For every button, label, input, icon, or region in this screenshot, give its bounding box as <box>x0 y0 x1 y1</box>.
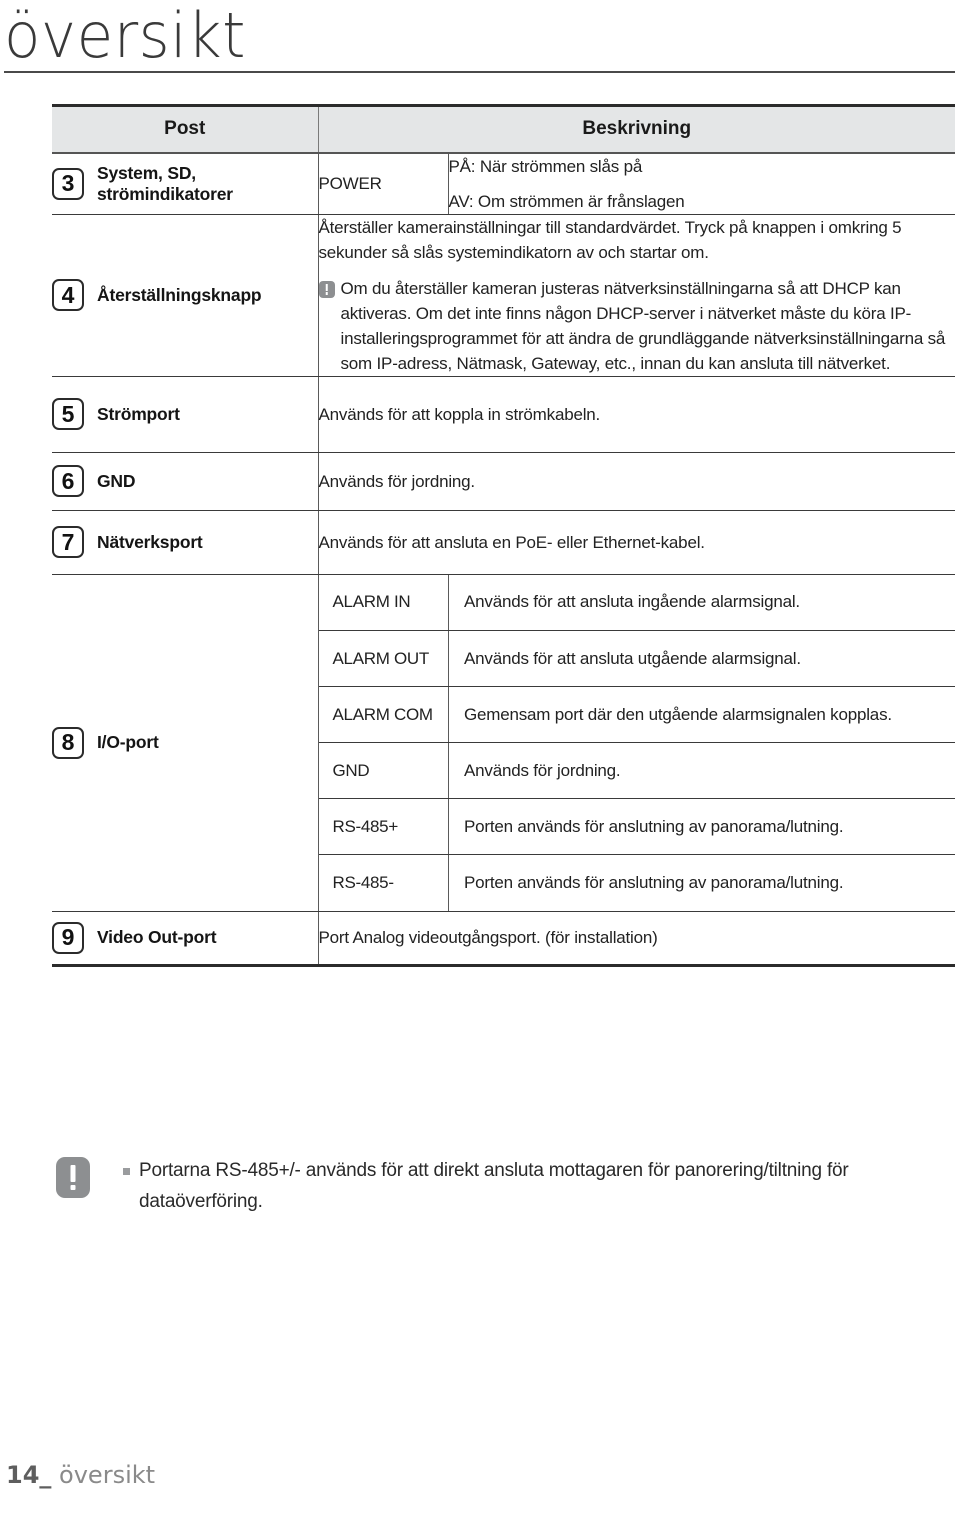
table-row: 9 Video Out-port Port Analog videoutgång… <box>52 911 956 967</box>
item-label: I/O-port <box>97 732 159 752</box>
description-cell: PÅ: När strömmen slås på AV: Om strömmen… <box>448 152 956 215</box>
item-cell-7: 7 Nätverksport <box>52 510 319 575</box>
table-row: 6 GND Används för jordning. <box>52 452 956 511</box>
io-subtable: ALARM IN Används för att ansluta ingåend… <box>318 574 956 911</box>
column-header-item: Post <box>52 104 318 154</box>
page-footer: 14_ översikt <box>6 1461 155 1489</box>
io-sub-row: RS-485- Porten används för anslutning av… <box>318 854 956 911</box>
item-cell-4: 4 Återställningsknapp <box>52 214 319 377</box>
io-name-alarm-com: ALARM COM <box>318 686 449 743</box>
row-number-badge: 4 <box>52 279 84 311</box>
warning-icon <box>318 280 335 298</box>
item-label: Video Out-port <box>97 927 217 947</box>
row-number-badge: 9 <box>52 921 84 954</box>
description-cell: Port Analog videoutgångsport. (för insta… <box>318 911 956 967</box>
io-sub-row: GND Används för jordning. <box>318 742 956 799</box>
description-cell: Används för att koppla in strömkabeln. <box>318 376 956 453</box>
item-label: Återställningsknapp <box>97 284 262 305</box>
note-text: Om du återställer kameran justeras nätve… <box>340 278 946 373</box>
reset-description: Återställer kamerainställningar till sta… <box>318 217 902 262</box>
io-desc-alarm-com: Gemensam port där den utgående alarmsign… <box>448 686 956 743</box>
row-number-badge: 5 <box>52 398 84 430</box>
item-cell-9: 9 Video Out-port <box>52 911 319 967</box>
page-number: 14_ <box>6 1461 52 1489</box>
table-row: 8 I/O-port ALARM IN Används för att ansl… <box>52 574 956 912</box>
io-subtable-cell: ALARM IN Används för att ansluta ingåend… <box>318 574 956 912</box>
item-label-line1: System, SD, <box>97 162 196 183</box>
item-cell-3: 3 System, SD, strömindikatorer <box>52 152 319 215</box>
io-desc-gnd: Används för jordning. <box>448 742 956 799</box>
sub-label-power: POWER <box>318 152 449 215</box>
io-desc-rs485-minus: Porten används för anslutning av panoram… <box>464 872 844 892</box>
warning-icon <box>56 1157 90 1198</box>
note-block: Om du återställer kameran justeras nätve… <box>318 276 956 376</box>
item-cell-5: 5 Strömport <box>52 376 319 453</box>
column-header-description: Beskrivning <box>317 104 956 154</box>
io-name-alarm-out: ALARM OUT <box>318 630 449 687</box>
item-cell-6: 6 GND <box>52 452 319 511</box>
item-label: System, SD, strömindikatorer <box>97 163 233 205</box>
row-number-badge: 3 <box>52 167 84 200</box>
page-title: översikt <box>4 0 246 72</box>
row-number-badge: 8 <box>52 726 84 759</box>
table-row: 5 Strömport Används för att koppla in st… <box>52 376 956 453</box>
io-name-rs485-minus: RS-485- <box>318 854 449 911</box>
io-sub-row: RS-485+ Porten används för anslutning av… <box>318 798 956 855</box>
io-sub-row: ALARM COM Gemensam port där den utgående… <box>318 686 956 743</box>
desc-line-off: AV: Om strömmen är frånslagen <box>448 191 685 211</box>
item-label: Nätverksport <box>97 531 203 552</box>
io-name-rs485-plus: RS-485+ <box>318 798 449 855</box>
table-row: 3 System, SD, strömindikatorer POWER PÅ:… <box>52 152 956 215</box>
description-cell: Används för jordning. <box>318 452 956 511</box>
footnote-text: Portarna RS-485+/- används för att direk… <box>139 1160 849 1212</box>
io-desc-alarm-out: Används för att ansluta utgående alarmsi… <box>448 630 956 687</box>
item-cell-8: 8 I/O-port <box>52 574 319 912</box>
table-row: 7 Nätverksport Används för att ansluta e… <box>52 510 956 575</box>
description-cell: Används för att ansluta en PoE- eller Et… <box>318 510 956 575</box>
item-label: Strömport <box>97 403 180 424</box>
io-name-alarm-in: ALARM IN <box>318 574 449 631</box>
row-number-badge: 7 <box>52 526 84 558</box>
io-name-gnd: GND <box>318 742 449 799</box>
io-sub-row: ALARM OUT Används för att ansluta utgåen… <box>318 630 956 687</box>
page-section-name: översikt <box>59 1461 156 1489</box>
spec-table-wrapper: Post Beskrivning 3 System, SD, strömindi… <box>52 104 956 967</box>
spec-table: Post Beskrivning 3 System, SD, strömindi… <box>52 104 956 967</box>
row-number-badge: 6 <box>52 465 84 497</box>
header-divider <box>4 71 955 73</box>
io-desc-alarm-in: Används för att ansluta ingående alarmsi… <box>448 574 956 631</box>
table-row: 4 Återställningsknapp Återställer kamera… <box>52 214 956 377</box>
page-header: översikt <box>0 0 960 80</box>
table-header-row: Post Beskrivning <box>52 104 956 154</box>
item-label-line2: strömindikatorer <box>97 183 233 204</box>
footnote: Portarna RS-485+/- används för att direk… <box>56 1155 926 1217</box>
description-cell: Återställer kamerainställningar till sta… <box>318 214 956 377</box>
square-bullet-icon <box>123 1168 130 1175</box>
item-label: GND <box>97 470 136 491</box>
io-desc-rs485-plus: Porten används för anslutning av panoram… <box>448 798 956 855</box>
io-sub-row: ALARM IN Används för att ansluta ingåend… <box>318 574 956 631</box>
desc-line-on: PÅ: När strömmen slås på <box>448 156 643 176</box>
